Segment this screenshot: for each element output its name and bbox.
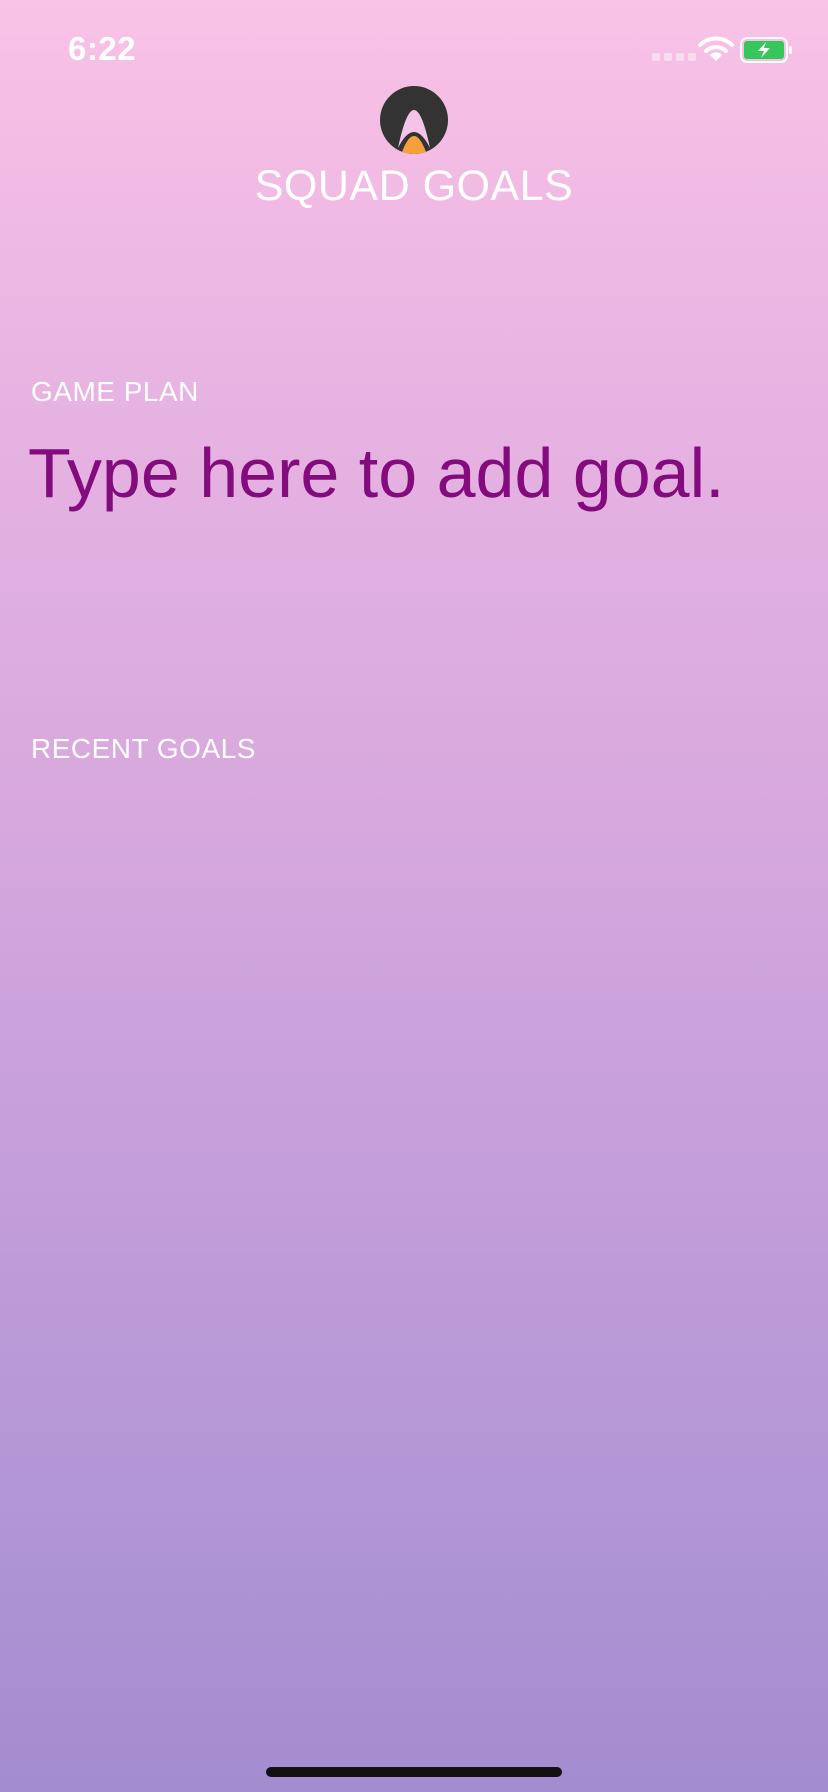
status-bar: 6:22 [0, 0, 828, 100]
status-time: 6:22 [68, 30, 137, 67]
app-header: SQUAD GOALS [0, 86, 828, 211]
battery-charging-icon [740, 37, 792, 63]
recent-goals-label: RECENT GOALS [31, 733, 256, 764]
game-plan-label: GAME PLAN [31, 376, 199, 407]
app-logo-icon [380, 86, 448, 154]
wifi-icon [698, 36, 734, 61]
signal-icon [652, 53, 696, 61]
app-title: SQUAD GOALS [254, 162, 574, 210]
home-indicator[interactable] [266, 1767, 562, 1777]
goal-input[interactable] [28, 428, 798, 518]
